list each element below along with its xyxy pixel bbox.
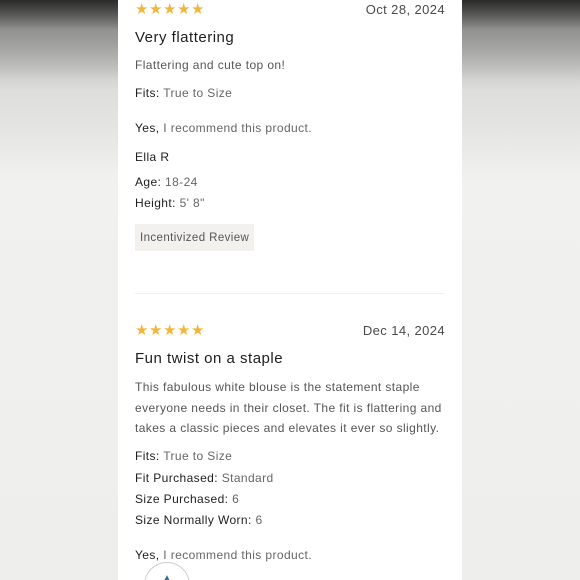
fit-purchased-label: Fit Purchased: [135, 471, 218, 485]
star-icon: ★ [191, 0, 205, 18]
fits-value: True to Size [163, 86, 233, 100]
fit-purchased-attribute: Fit Purchased: Standard [135, 471, 274, 485]
review-body: This fabulous white blouse is the statem… [135, 380, 442, 435]
recommend-line: Yes, I recommend this product. [135, 548, 312, 562]
height-attribute: Height: 5' 8" [135, 196, 205, 210]
star-icon: ★ [149, 0, 163, 18]
review-title: Fun twist on a staple [135, 350, 284, 367]
size-purchased-attribute: Size Purchased: 6 [135, 492, 239, 506]
fits-label: Fits: [135, 449, 160, 463]
height-label: Height: [135, 196, 176, 210]
review-card: ★ ★ ★ ★ ★ Oct 28, 2024 Very flattering F… [135, 0, 445, 290]
star-icon: ★ [149, 321, 163, 339]
review-date: Dec 14, 2024 [362, 323, 445, 338]
size-purchased-label: Size Purchased: [135, 492, 229, 506]
size-worn-label: Size Normally Worn: [135, 513, 252, 527]
review-title: Very flattering [135, 29, 235, 46]
star-icon: ★ [135, 0, 149, 18]
avatar-icon: ▲ [162, 573, 172, 580]
review-body: Flattering and cute top on! [135, 58, 286, 72]
review-date: Oct 28, 2024 [365, 2, 445, 17]
fits-label: Fits: [135, 86, 160, 100]
right-blur [462, 0, 580, 580]
fits-attribute: Fits: True to Size [135, 86, 232, 100]
star-icon: ★ [191, 321, 205, 339]
star-icon: ★ [135, 321, 149, 339]
size-worn-value: 6 [255, 513, 263, 527]
review-card: ★ ★ ★ ★ ★ Dec 14, 2024 Fun twist on a st… [135, 321, 445, 580]
reviews-panel: ★ ★ ★ ★ ★ Oct 28, 2024 Very flattering F… [118, 0, 462, 580]
rating-stars: ★ ★ ★ ★ ★ [135, 321, 205, 339]
fits-value: True to Size [163, 449, 233, 463]
recommend-yes: Yes, [135, 548, 160, 562]
reviewer-name-text: Ella R [135, 150, 170, 164]
star-icon: ★ [163, 0, 177, 18]
reviewer-name: Ella R [135, 150, 169, 164]
size-worn-attribute: Size Normally Worn: 6 [135, 513, 263, 527]
recommend-text: I recommend this product. [163, 121, 312, 135]
recommend-yes: Yes, [135, 121, 160, 135]
incentivized-review-badge: Incentivized Review [135, 224, 255, 251]
left-blur [0, 0, 118, 580]
fit-purchased-value: Standard [221, 471, 274, 485]
height-value: 5' 8" [179, 196, 205, 210]
age-label: Age: [135, 175, 162, 189]
recommend-text: I recommend this product. [163, 548, 312, 562]
fits-attribute: Fits: True to Size [135, 449, 232, 463]
age-value: 18-24 [165, 175, 198, 189]
recommend-line: Yes, I recommend this product. [135, 121, 312, 135]
age-attribute: Age: 18-24 [135, 175, 198, 189]
star-icon: ★ [177, 321, 191, 339]
review-divider [135, 293, 445, 294]
star-icon: ★ [177, 0, 191, 18]
rating-stars: ★ ★ ★ ★ ★ [135, 0, 205, 18]
size-purchased-value: 6 [232, 492, 240, 506]
star-icon: ★ [163, 321, 177, 339]
